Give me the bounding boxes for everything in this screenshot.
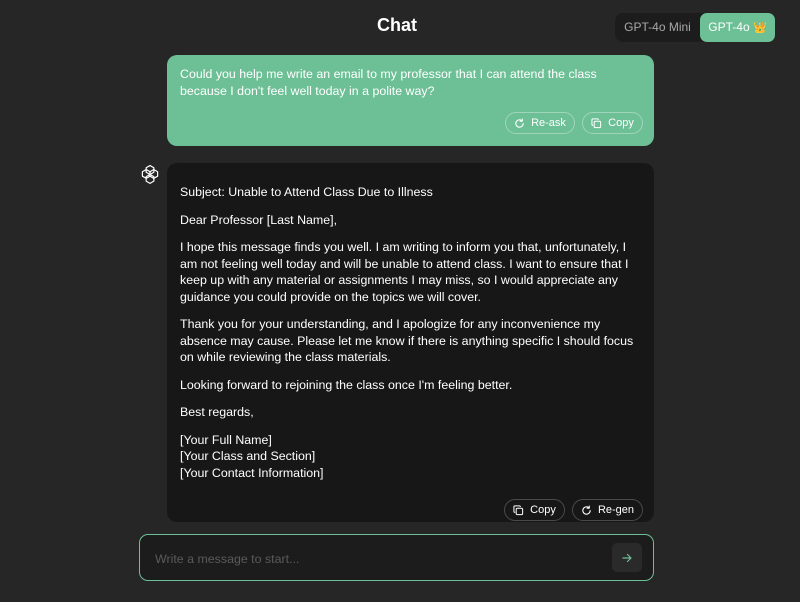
signature-line: [Your Full Name] xyxy=(180,432,272,447)
header: Chat GPT-4o Mini GPT-4o 👑 xyxy=(0,0,800,54)
refresh-icon xyxy=(515,118,524,128)
model-switcher: GPT-4o Mini GPT-4o 👑 xyxy=(615,13,775,42)
reask-button[interactable]: Re-ask xyxy=(505,112,575,134)
copy-label: Copy xyxy=(530,504,556,516)
email-closing: Best regards, xyxy=(180,405,254,419)
regenerate-button[interactable]: Re-gen xyxy=(572,499,643,521)
copy-button[interactable]: Copy xyxy=(504,499,565,521)
regen-label: Re-gen xyxy=(597,504,635,516)
signature-line: [Your Contact Information] xyxy=(180,465,324,480)
assistant-message: Subject: Unable to Attend Class Due to I… xyxy=(167,163,654,522)
copy-icon xyxy=(591,117,602,128)
arrow-right-icon xyxy=(622,553,632,562)
openai-logo-icon xyxy=(139,163,161,185)
send-button[interactable] xyxy=(612,543,642,572)
copy-icon xyxy=(513,504,524,515)
message-composer xyxy=(139,534,654,582)
user-message: Could you help me write an email to my p… xyxy=(167,55,654,146)
copy-button[interactable]: Copy xyxy=(582,112,643,134)
model-option-label: GPT-4o xyxy=(708,20,750,34)
email-paragraph: Thank you for your understanding, and I … xyxy=(180,317,634,364)
reask-label: Re-ask xyxy=(531,117,566,129)
signature-line: [Your Class and Section] xyxy=(180,449,316,463)
model-option-gpt-4o[interactable]: GPT-4o 👑 xyxy=(700,13,775,42)
copy-label: Copy xyxy=(608,117,634,129)
email-paragraph: I hope this message finds you well. I am… xyxy=(180,240,629,304)
email-signature: [Your Full Name] [Your Class and Section… xyxy=(180,432,646,482)
model-option-gpt-4o-mini[interactable]: GPT-4o Mini xyxy=(615,13,700,42)
refresh-icon xyxy=(582,505,591,515)
user-message-text: Could you help me write an email to my p… xyxy=(180,67,597,98)
email-subject: Subject: Unable to Attend Class Due to I… xyxy=(180,185,433,199)
email-paragraph: Looking forward to rejoining the class o… xyxy=(180,377,513,392)
email-greeting: Dear Professor [Last Name], xyxy=(180,212,338,227)
assistant-message-text: Subject: Unable to Attend Class Due to I… xyxy=(180,184,646,481)
crown-icon: 👑 xyxy=(753,22,767,34)
message-input[interactable] xyxy=(153,535,607,582)
